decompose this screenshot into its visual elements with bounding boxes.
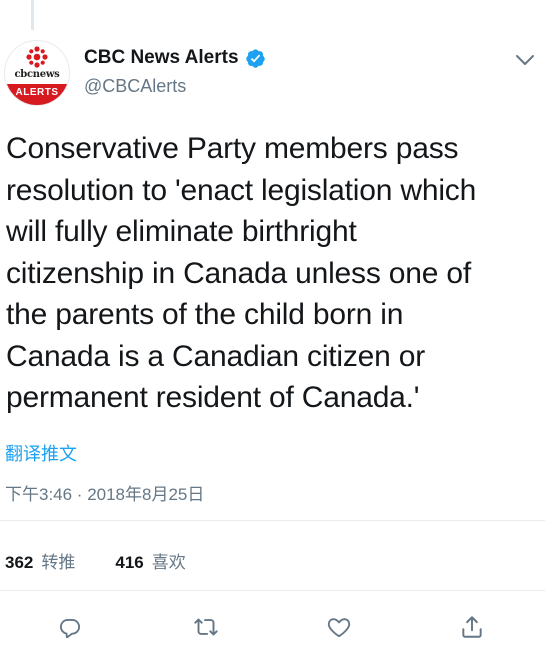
tweet-text-line: Canada is a Canadian citizen or — [6, 339, 426, 373]
author-name-text: CBC News Alerts — [84, 47, 239, 68]
chevron-down-icon[interactable] — [514, 52, 536, 68]
translate-tweet-link[interactable]: 翻译推文 — [5, 440, 77, 466]
verified-badge-icon — [245, 48, 266, 69]
cbc-gem-logo — [26, 46, 48, 68]
tweet-text-line: resolution to 'enact legislation which — [6, 173, 477, 207]
tweet-stats: 362 转推 416 喜欢 — [5, 548, 186, 573]
divider — [0, 520, 545, 521]
tweet-text-line: the parents of the child born in — [6, 298, 404, 331]
author-name[interactable]: CBC News Alerts — [84, 47, 266, 69]
avatar[interactable]: cbcnews ALERTS — [4, 40, 70, 106]
share-button[interactable] — [457, 612, 487, 642]
divider — [0, 590, 545, 591]
author-handle[interactable]: @CBCAlerts — [84, 76, 186, 97]
tweet-text-line: Conservative Party members pass — [6, 132, 459, 165]
likes-label: 喜欢 — [151, 553, 186, 572]
tweet-text-line: citizenship in Canada unless one of — [6, 256, 471, 290]
retweet-button[interactable] — [191, 612, 221, 642]
avatar-wordmark: cbcnews — [14, 69, 60, 80]
tweet-text-line: permanent resident of Canada.' — [6, 381, 420, 414]
reply-button[interactable] — [55, 612, 85, 642]
avatar-alerts-band: ALERTS — [5, 84, 69, 105]
retweet-icon — [194, 618, 218, 636]
like-button[interactable] — [324, 612, 354, 642]
tweet-timestamp[interactable]: 下午3:46 · 2018年8月25日 — [5, 480, 204, 505]
share-icon — [462, 616, 482, 638]
like-icon — [327, 618, 351, 638]
likes-stat[interactable]: 416 喜欢 — [115, 548, 185, 573]
retweets-count: 362 — [5, 553, 34, 572]
thread-line — [31, 0, 34, 30]
reply-icon — [59, 619, 81, 639]
tweet-text: Conservative Party members pass resoluti… — [6, 128, 536, 419]
retweets-label: 转推 — [41, 553, 76, 572]
likes-count: 416 — [115, 553, 144, 572]
retweets-stat[interactable]: 362 转推 — [5, 548, 75, 573]
tweet-text-line: will fully eliminate birthright — [6, 215, 357, 248]
